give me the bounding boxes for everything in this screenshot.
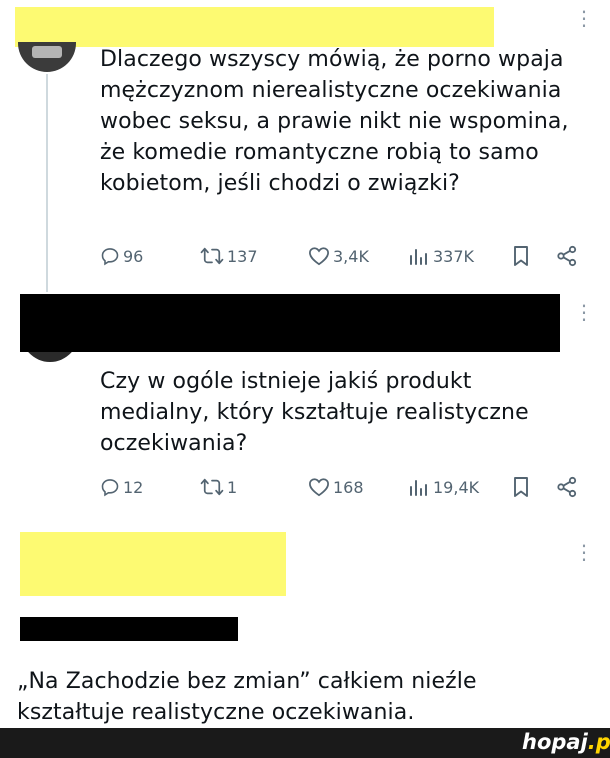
reply-button[interactable]: 96 [100,246,143,266]
views-count: 337K [433,246,475,266]
bookmark-button[interactable] [512,245,530,267]
heart-icon [309,247,329,266]
retweet-icon [200,247,224,265]
redacted-username-yellow [20,532,286,596]
reply-button[interactable]: 12 [100,477,143,497]
bookmark-icon [514,246,528,266]
retweet-button[interactable]: 1 [200,477,237,497]
redacted-username-black [20,294,560,352]
share-icon [557,476,577,498]
more-icon[interactable]: ⋮ [574,302,594,322]
retweet-count: 1 [227,477,238,497]
tweet-actions: 12 1 168 19,4K [100,475,590,499]
reply-count: 12 [123,477,144,497]
comment-text: „Na Zachodzie bez zmian” całkiem nieźle … [17,669,477,725]
bookmark-icon [514,477,528,497]
more-icon[interactable]: ⋮ [574,8,594,28]
share-icon [557,245,577,267]
redacted-handle-black [20,617,238,641]
bookmark-button[interactable] [512,476,530,498]
site-logo: hopaj.pl [522,730,610,754]
avatar[interactable] [18,42,76,72]
thread-line [46,74,48,292]
retweet-button[interactable]: 137 [200,246,258,266]
views-icon [410,249,427,265]
tweet-text: Dlaczego wszyscy mówią, że porno wpaja m… [100,47,569,196]
views-button[interactable]: 337K [408,246,474,266]
reply-icon [101,248,119,266]
share-button[interactable] [556,476,578,498]
reply-icon [101,479,119,497]
views-icon [410,480,427,496]
tweet-actions: 96 137 3,4K 337K [100,244,590,268]
like-button[interactable]: 168 [308,477,364,497]
logo-main: hopaj [522,730,588,754]
retweet-icon [200,478,224,496]
like-count: 168 [333,477,364,497]
like-count: 3,4K [333,246,369,266]
redacted-username-yellow [15,7,494,47]
retweet-count: 137 [227,246,258,266]
logo-tld: .pl [587,730,610,754]
views-button[interactable]: 19,4K [408,477,479,497]
heart-icon [309,478,329,497]
more-icon[interactable]: ⋮ [574,542,594,562]
like-button[interactable]: 3,4K [308,246,369,266]
reply-count: 96 [123,246,144,266]
watermark-bar [0,728,610,758]
share-button[interactable] [556,245,578,267]
tweet-text: Czy w ogóle istnieje jakiś produkt media… [100,369,529,456]
views-count: 19,4K [433,477,480,497]
